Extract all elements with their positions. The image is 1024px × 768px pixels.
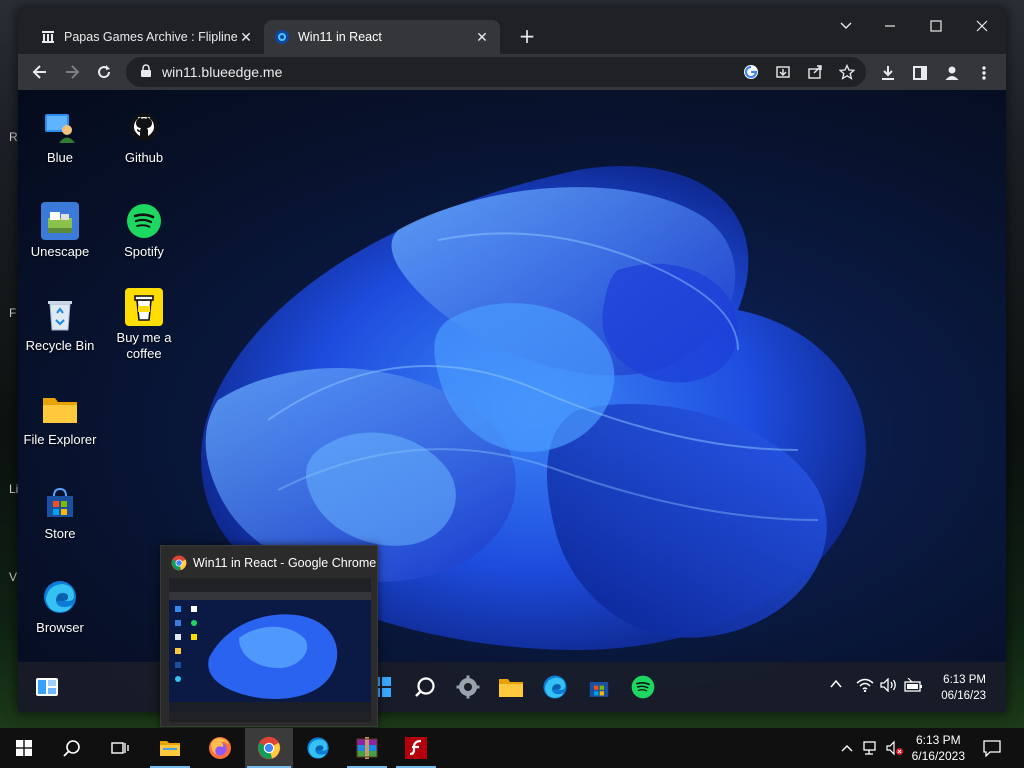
flash-icon[interactable]: [392, 728, 440, 768]
desktop-icon-label: Blue: [46, 150, 74, 165]
new-tab-button[interactable]: +: [516, 24, 538, 48]
side-panel-icon[interactable]: [910, 63, 930, 83]
maximize-icon[interactable]: [916, 14, 956, 38]
close-icon[interactable]: [962, 14, 1002, 38]
chevron-up-icon[interactable]: [838, 740, 856, 756]
desktop-icon-label: Recycle Bin: [25, 338, 95, 353]
preview-thumbnail: [169, 578, 371, 722]
user-blue-icon: [41, 108, 79, 146]
reload-button[interactable]: [92, 60, 116, 84]
settings-icon[interactable]: [455, 674, 481, 700]
bookmark-star-icon[interactable]: [838, 63, 856, 81]
archive-icon: [40, 29, 56, 45]
edge-icon[interactable]: [542, 674, 568, 700]
start-icon[interactable]: [0, 728, 48, 768]
close-tab-icon[interactable]: ✕: [474, 29, 490, 45]
back-button[interactable]: [28, 60, 52, 84]
recycle-bin-icon: [41, 296, 79, 334]
desktop-icon-label: Unescape: [30, 244, 90, 259]
win11-clock-date: 06/16/23: [941, 690, 986, 702]
unescape-icon: [41, 202, 79, 240]
desktop-icon-blue[interactable]: Blue: [18, 108, 102, 166]
store-icon: [41, 484, 79, 522]
widgets-icon[interactable]: [34, 674, 60, 700]
chevron-up-icon[interactable]: [830, 678, 842, 692]
tab-papas-games[interactable]: Papas Games Archive : Flipline Studios ✕: [30, 20, 264, 54]
github-icon: [125, 108, 163, 146]
desktop-label-fragment: V: [9, 570, 18, 584]
url-text[interactable]: win11.blueedge.me: [162, 64, 282, 80]
profile-icon[interactable]: [942, 63, 962, 83]
chrome-icon: [171, 555, 187, 571]
address-bar[interactable]: win11.blueedge.me: [126, 57, 866, 87]
desktop-icon-github[interactable]: Github: [102, 108, 186, 166]
desktop-icon-browser[interactable]: Browser: [18, 578, 102, 636]
notifications-icon[interactable]: [982, 738, 1002, 758]
desktop-icon-label: File Explorer: [23, 432, 97, 447]
desktop-icon-label: Browser: [36, 620, 84, 635]
search-icon[interactable]: [412, 674, 438, 700]
desktop-icon-label: Store: [44, 526, 76, 541]
task-view-icon[interactable]: [96, 728, 144, 768]
firefox-icon[interactable]: [196, 728, 244, 768]
winrar-icon[interactable]: [343, 728, 391, 768]
desktop-icon-recycle-bin[interactable]: Recycle Bin: [18, 296, 102, 354]
close-tab-icon[interactable]: ✕: [238, 29, 254, 45]
volume-icon[interactable]: [880, 677, 898, 695]
spotify-icon[interactable]: [630, 674, 656, 700]
chrome-icon[interactable]: [245, 728, 293, 768]
win10-clock[interactable]: 6:13 PM 6/16/2023: [912, 732, 965, 764]
volume-muted-icon[interactable]: [886, 740, 904, 756]
desktop-label-fragment: Li: [9, 482, 19, 496]
download-icon[interactable]: [878, 63, 898, 83]
desktop-icon-label: Github: [124, 150, 164, 165]
battery-icon[interactable]: [904, 677, 924, 695]
win10-taskbar: 6:13 PM 6/16/2023: [0, 728, 1024, 768]
desktop-label-fragment: R: [9, 130, 18, 144]
win11-favicon: [274, 29, 290, 45]
wifi-icon[interactable]: [856, 678, 874, 695]
win10-clock-time: 6:13 PM: [915, 733, 961, 747]
edge-icon: [41, 578, 79, 616]
minimize-icon[interactable]: [870, 14, 910, 38]
chevron-down-icon[interactable]: [826, 14, 866, 38]
taskbar-thumbnail-preview[interactable]: Win11 in React - Google Chrome: [160, 545, 378, 727]
tab-title: Win11 in React: [298, 30, 382, 44]
desktop-icon-label: Buy me a coffee: [116, 330, 172, 361]
desktop-icon-file-explorer[interactable]: File Explorer: [18, 390, 102, 448]
chrome-toolbar: win11.blueedge.me: [18, 54, 1006, 90]
forward-button[interactable]: [60, 60, 84, 84]
share-icon[interactable]: [806, 63, 824, 81]
google-lens-icon[interactable]: [742, 63, 760, 81]
win11-clock[interactable]: 6:13 PM 06/16/23: [941, 672, 986, 704]
store-icon[interactable]: [586, 674, 612, 700]
tab-title: Papas Games Archive : Flipline Studios: [64, 30, 238, 44]
desktop-icon-spotify[interactable]: Spotify: [102, 202, 186, 260]
desktop-icon-unescape[interactable]: Unescape: [18, 202, 102, 260]
win10-clock-date: 6/16/2023: [911, 749, 965, 763]
install-app-icon[interactable]: [774, 63, 792, 81]
lock-icon[interactable]: [140, 63, 152, 82]
desktop-icon-buy-me-a-coffee[interactable]: Buy me a coffee: [102, 288, 186, 362]
kebab-menu-icon[interactable]: [974, 63, 994, 83]
coffee-icon: [125, 288, 163, 326]
folder-icon: [41, 390, 79, 428]
win11-clock-time: 6:13 PM: [943, 674, 986, 686]
search-icon[interactable]: [48, 728, 96, 768]
network-icon[interactable]: [862, 740, 880, 756]
folder-icon[interactable]: [498, 674, 524, 700]
preview-title: Win11 in React - Google Chrome: [193, 556, 377, 570]
desktop-icon-store[interactable]: Store: [18, 484, 102, 542]
desktop-icon-label: Spotify: [124, 244, 164, 259]
edge-icon[interactable]: [294, 728, 342, 768]
tab-win11-react[interactable]: Win11 in React ✕: [264, 20, 500, 54]
desktop-label-fragment: F: [9, 306, 17, 320]
file-explorer-icon[interactable]: [146, 728, 194, 768]
tab-strip: Papas Games Archive : Flipline Studios ✕…: [18, 8, 1006, 54]
spotify-icon: [125, 202, 163, 240]
